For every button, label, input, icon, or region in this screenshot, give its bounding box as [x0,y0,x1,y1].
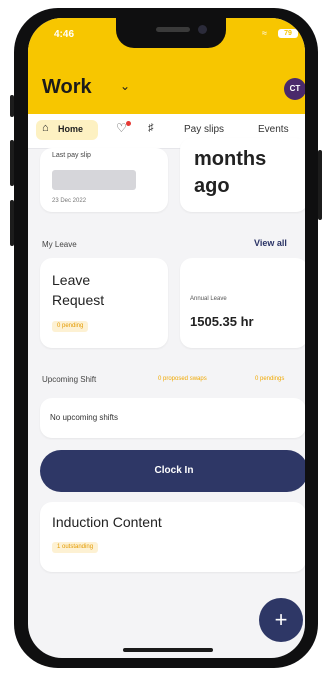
tab-pay-slips[interactable]: Pay slips [184,124,224,135]
home-indicator [123,648,213,652]
plus-icon[interactable]: + [259,598,303,642]
time-since-line2: ago [194,175,230,197]
avatar[interactable]: CT [284,78,305,100]
tab-home[interactable]: ⌂ Home [36,120,98,140]
leave-request-line1: Leave [52,272,91,288]
phone-screen: 4:46 ≈ 79 Work ⌄ CT ⌂ Home ♡ ♯ Pay slips… [28,18,305,658]
pending-badge: 0 pending [52,321,89,332]
chevron-down-icon[interactable]: ⌄ [120,79,130,93]
view-all-link[interactable]: View all [254,238,287,248]
status-time: 4:46 [54,29,75,40]
battery-indicator: 79 [278,29,298,38]
no-shifts-text: No upcoming shifts [50,413,119,422]
power-button [318,150,322,220]
home-icon: ⌂ [42,122,49,134]
leave-request-card[interactable]: Leave Request 0 pending [40,258,168,348]
phone-notch [116,18,226,48]
annual-leave-value: 1505.35 hr [190,314,254,329]
clock-in-button[interactable]: Clock In [40,450,305,492]
induction-card[interactable]: Induction Content 1 outstanding [40,502,305,572]
time-since-line1: months [194,148,267,170]
speaker-grille [156,27,190,32]
time-since-text: months ago [194,146,304,200]
last-pay-slip-title: Last pay slip [52,152,91,159]
wifi-icon: ≈ [262,28,267,38]
upcoming-shift-card[interactable]: No upcoming shifts [40,398,305,438]
pay-slip-amount-redacted [52,170,136,190]
leave-request-line2: Request [52,292,105,308]
proposed-swaps-link[interactable]: 0 proposed swaps [158,376,207,382]
tab-events[interactable]: Events [258,124,289,135]
volume-up-button [10,140,14,186]
megaphone-icon[interactable]: ♯ [148,122,154,134]
last-pay-slip-card[interactable]: Last pay slip 23 Dec 2022 [40,148,168,212]
outstanding-badge: 1 outstanding [52,542,99,553]
notification-dot [126,121,131,126]
annual-leave-card[interactable]: Annual Leave 1505.35 hr [180,258,305,348]
leave-request-title: Leave Request [52,270,162,310]
induction-title: Induction Content [52,514,162,530]
time-since-card[interactable]: months ago [180,138,305,212]
mute-switch [10,95,14,117]
my-leave-label: My Leave [42,240,77,249]
workspace-title[interactable]: Work [42,76,92,99]
volume-down-button [10,200,14,246]
camera-icon [198,25,207,34]
upcoming-shift-label: Upcoming Shift [42,375,97,384]
annual-leave-label: Annual Leave [190,296,227,302]
pendings-link[interactable]: 0 pendings [255,376,284,382]
tab-home-label: Home [58,124,84,134]
last-pay-slip-date: 23 Dec 2022 [52,198,87,204]
